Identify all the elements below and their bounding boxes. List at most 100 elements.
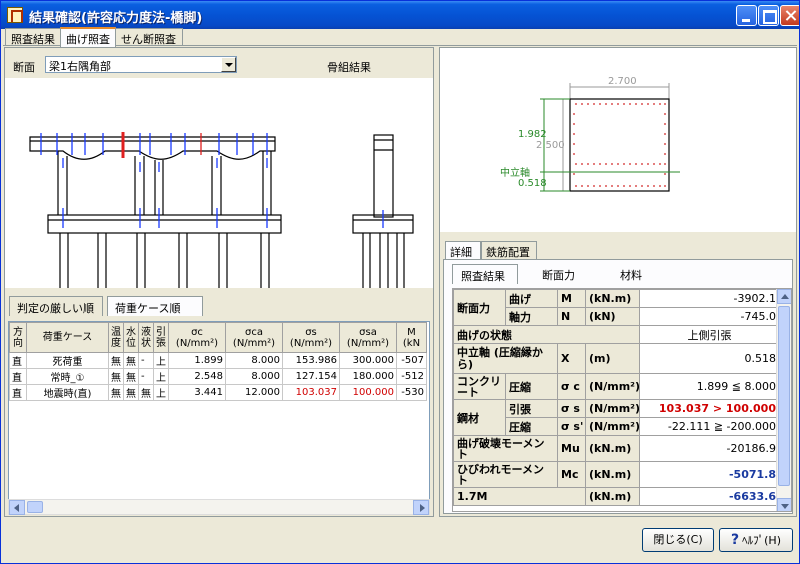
vertical-scrollbar[interactable] — [776, 289, 791, 511]
cell-load-case: 死荷重 — [26, 352, 109, 369]
tab-detail[interactable]: 詳細 — [445, 241, 481, 259]
cell-liquefaction: 無 — [138, 384, 154, 401]
cell-water-level: 無 — [123, 384, 139, 401]
tab-rebar-layout[interactable]: 鉄筋配置 — [481, 241, 537, 259]
value-sigma-s: 103.037 > 100.000 — [639, 399, 780, 418]
scroll-left-icon[interactable] — [9, 500, 25, 515]
width-dimension: 2.700 — [608, 76, 637, 87]
header-sigma-c[interactable]: σc (N/mm²) — [168, 322, 226, 353]
value-neutral-axis: 0.518 — [639, 343, 780, 374]
unit-knm: (kN.m) — [585, 289, 640, 308]
table-row[interactable]: 断面力 曲げ M (kN.m) -3902.1 — [453, 289, 780, 326]
symbol-m: M — [557, 289, 586, 308]
tab-strict-order[interactable]: 判定の厳しい順 — [9, 296, 103, 316]
cell-sigma-c: 1.899 — [168, 352, 226, 369]
header-moment[interactable]: M (kN — [396, 322, 427, 353]
cell-liquefaction: - — [138, 352, 154, 369]
scroll-down-icon[interactable] — [777, 498, 791, 511]
scroll-thumb[interactable] — [27, 501, 43, 513]
value-1-7m: -6633.6 — [639, 487, 780, 506]
dropdown-arrow-icon[interactable] — [221, 57, 236, 72]
table-row[interactable]: 直 死荷重 無 無 - 上 1.899 8.000 153.986 300.00… — [9, 352, 427, 369]
tab-result-check[interactable]: 照査結果 — [452, 264, 518, 284]
header-load-case[interactable]: 荷重ケース — [26, 322, 109, 353]
label-sectional-force: 断面力 — [453, 289, 506, 326]
scroll-up-icon[interactable] — [777, 289, 791, 304]
symbol-x: X — [557, 343, 586, 374]
cell-moment: -512 — [396, 368, 427, 385]
value-ultimate-moment: -20186.9 — [639, 435, 780, 462]
tab-check-results[interactable]: 照査結果 — [5, 28, 61, 46]
scroll-right-icon[interactable] — [413, 500, 429, 515]
header-sigma-sa[interactable]: σsa (N/mm²) — [339, 322, 397, 353]
label-steel: 鋼材 — [453, 399, 506, 436]
cell-direction: 直 — [9, 384, 27, 401]
cross-section-diagram: 2.700 2.500 1.982 中立軸 0.518 — [440, 48, 796, 232]
maximize-button[interactable] — [758, 5, 779, 26]
table-row[interactable]: 中立軸 (圧縮縁から) X (m) 0.518 — [453, 343, 780, 374]
label-ultimate-moment: 曲げ破壊モーメント — [453, 435, 558, 462]
header-direction[interactable]: 方向 — [9, 322, 27, 353]
unit-nmm: (N/mm²) — [585, 417, 640, 436]
table-row[interactable]: 直 地震時(直) 無 無 無 上 3.441 12.000 103.037 10… — [9, 384, 427, 401]
cell-temperature: 無 — [108, 352, 124, 369]
label-bending-state: 曲げの状態 — [453, 325, 640, 344]
header-liquefaction[interactable]: 液状 — [138, 322, 154, 353]
header-water-level[interactable]: 水位 — [123, 322, 139, 353]
horizontal-scrollbar[interactable] — [8, 499, 430, 515]
close-button[interactable]: 閉じる(C) — [642, 528, 714, 552]
header-tension-side[interactable]: 引張 — [153, 322, 169, 353]
header-sigma-s[interactable]: σs (N/mm²) — [282, 322, 340, 353]
value-moment: -3902.1 — [639, 289, 780, 308]
unit-m: (m) — [585, 343, 640, 374]
label-bending: 曲げ — [505, 289, 558, 308]
tab-divider — [3, 45, 797, 46]
header-temperature[interactable]: 温度 — [108, 322, 124, 353]
height-dimension: 2.500 — [536, 140, 565, 151]
scroll-thumb[interactable] — [778, 306, 790, 486]
label-compression: 圧縮 — [505, 373, 558, 400]
help-button[interactable]: ? ﾍﾙﾌﾟ(H) — [719, 528, 793, 552]
table-row[interactable]: 曲げ破壊モーメント Mu (kN.m) -20186.9 — [453, 435, 780, 462]
symbol-mc: Mc — [557, 461, 586, 488]
table-row[interactable]: 直 常時_① 無 無 - 上 2.548 8.000 127.154 180.0… — [9, 368, 427, 385]
cell-sigma-s: 153.986 — [282, 352, 340, 369]
cell-sigma-s: 127.154 — [282, 368, 340, 385]
section-select[interactable]: 梁1右隅角部 — [45, 56, 237, 73]
label-concrete: コンクリート — [453, 373, 506, 400]
cell-tension-side: 上 — [153, 384, 169, 401]
table-row[interactable]: 1.7M (kN.m) -6633.6 — [453, 487, 780, 506]
label-cracking-moment: ひびわれモーメント — [453, 461, 558, 488]
unit-kn: (kN) — [585, 307, 640, 326]
label-tension: 引張 — [505, 399, 558, 418]
unit-nmm: (N/mm²) — [585, 399, 640, 418]
symbol-sigma-c: σ c — [557, 373, 586, 400]
table-row[interactable]: コンクリート 圧縮 σ c (N/mm²) 1.899 ≦ 8.000 — [453, 373, 780, 400]
table-row[interactable]: 曲げの状態 上側引張 — [453, 325, 780, 344]
cell-sigma-ca: 12.000 — [225, 384, 283, 401]
table-row[interactable]: 鋼材 引張 σ s (N/mm²) 103.037 > 100.000 — [453, 399, 780, 436]
table-row[interactable]: ひびわれモーメント Mc (kN.m) -5071.8 — [453, 461, 780, 488]
cell-tension-side: 上 — [153, 368, 169, 385]
upper-dimension: 1.982 — [518, 129, 547, 140]
tab-section-force[interactable]: 断面力 — [534, 264, 594, 284]
minimize-button[interactable] — [736, 5, 757, 26]
close-window-button[interactable] — [780, 5, 799, 26]
section-label: 断面 — [13, 61, 35, 74]
tab-load-case-order[interactable]: 荷重ケース順 — [107, 296, 203, 316]
header-sigma-ca[interactable]: σca (N/mm²) — [225, 322, 283, 353]
tab-shear-check[interactable]: せん断照査 — [115, 28, 183, 46]
value-bending-state: 上側引張 — [639, 325, 780, 344]
cell-load-case: 常時_① — [26, 368, 109, 385]
title-bar[interactable]: 結果確認(許容応力度法-橋脚) — [1, 1, 799, 29]
value-sigma-s-prime: -22.111 ≧ -200.000 — [639, 417, 780, 436]
cell-sigma-ca: 8.000 — [225, 368, 283, 385]
tab-material[interactable]: 材料 — [612, 264, 660, 284]
cell-tension-side: 上 — [153, 352, 169, 369]
section-select-value: 梁1右隅角部 — [49, 60, 111, 73]
value-cracking-moment: -5071.8 — [639, 461, 780, 488]
unit-knm: (kN.m) — [585, 487, 640, 506]
table-header-row: 方向 荷重ケース 温度 水位 液状 引張 σc (N/mm²) σca (N/m… — [9, 322, 427, 353]
tab-bending-check[interactable]: 曲げ照査 — [60, 27, 116, 47]
symbol-n: N — [557, 307, 586, 326]
